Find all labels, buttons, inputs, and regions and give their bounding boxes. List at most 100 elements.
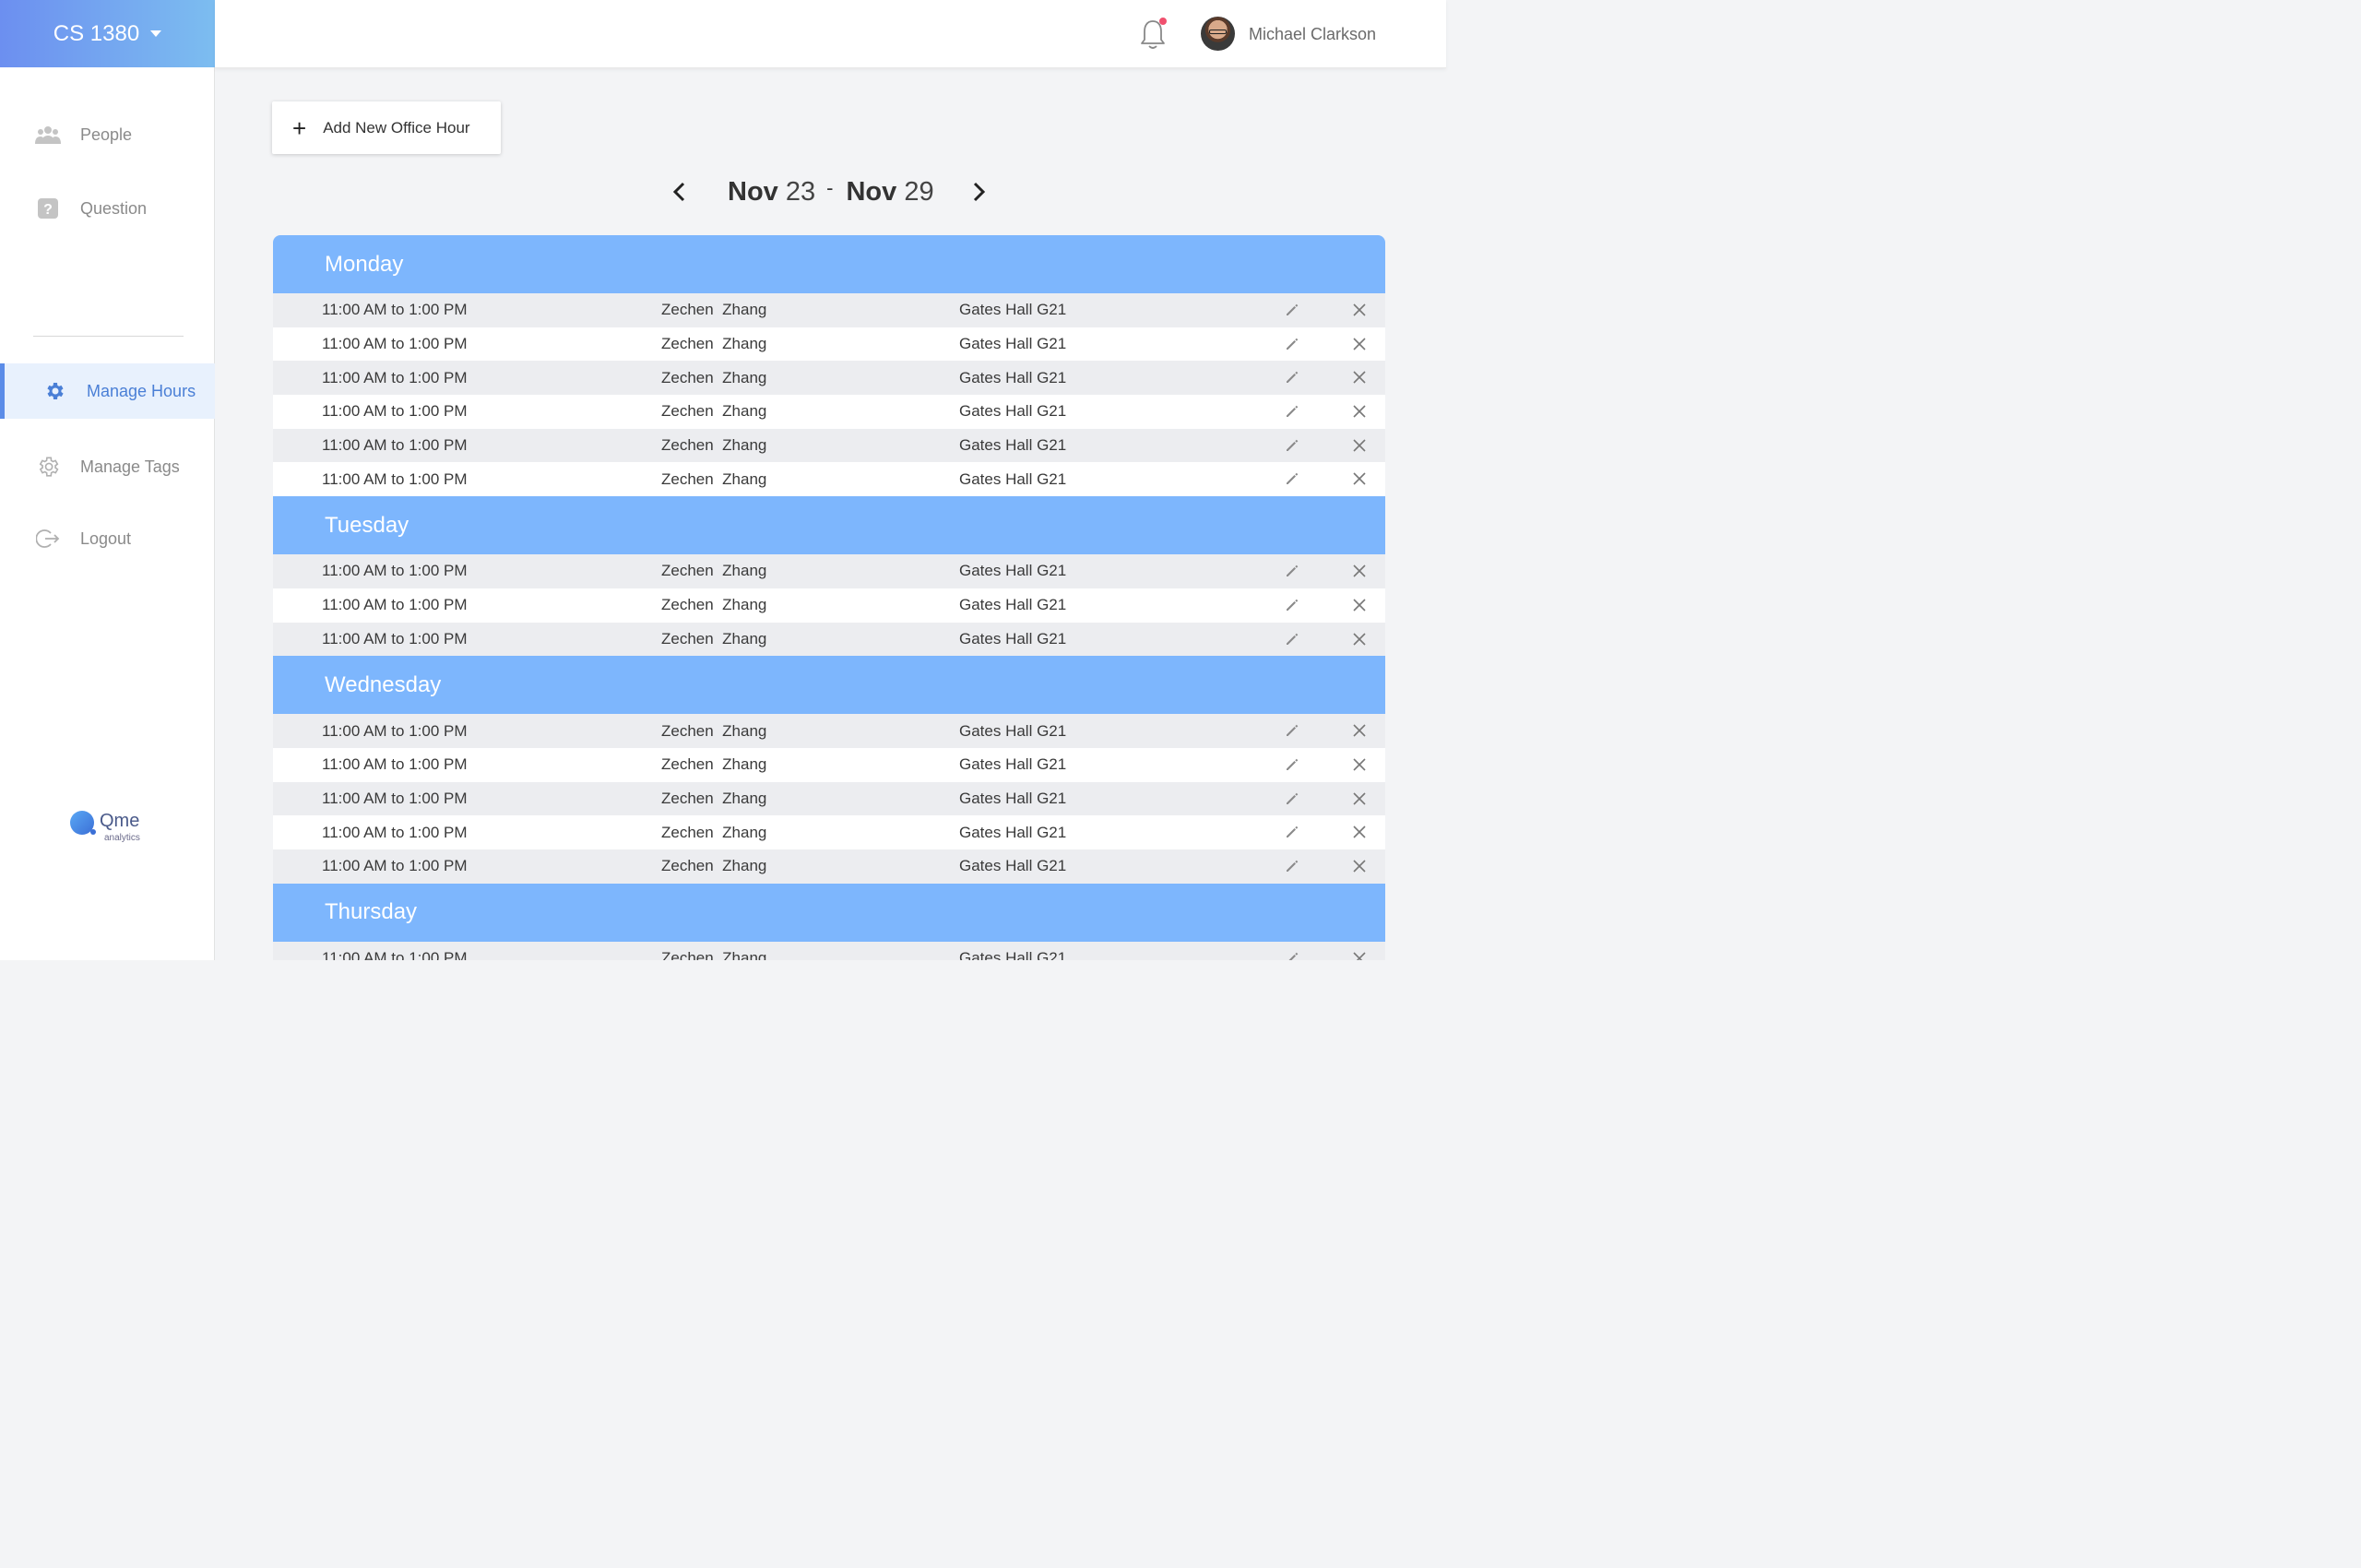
sidebar-item-people[interactable]: People — [0, 107, 215, 162]
time-range: 11:00 AM to 1:00 PM — [322, 755, 468, 774]
pencil-icon[interactable] — [1285, 825, 1299, 839]
close-icon[interactable] — [1352, 723, 1367, 738]
pencil-icon[interactable] — [1285, 757, 1299, 772]
notification-dot — [1159, 18, 1167, 25]
chevron-left-icon[interactable] — [666, 179, 692, 205]
close-icon[interactable] — [1352, 859, 1367, 873]
time-range: 11:00 AM to 1:00 PM — [322, 948, 468, 960]
pencil-icon[interactable] — [1285, 632, 1299, 647]
close-icon[interactable] — [1352, 370, 1367, 385]
pencil-icon[interactable] — [1285, 404, 1299, 419]
pencil-icon[interactable] — [1285, 471, 1299, 486]
office-hour-row: 11:00 AM to 1:00 PM Zechen Zhang Gates Hal… — [273, 622, 1385, 657]
location: Gates Hall G21 — [959, 596, 1067, 614]
range-separator: - — [826, 176, 834, 199]
ta-name: Zechen Zhang — [661, 436, 767, 455]
pencil-icon[interactable] — [1285, 598, 1299, 612]
close-icon[interactable] — [1352, 438, 1367, 453]
day-name: Thursday — [325, 899, 418, 925]
sidebar-item-label: Manage Tags — [80, 457, 180, 476]
divider — [33, 336, 184, 337]
pencil-icon[interactable] — [1285, 370, 1299, 385]
day-header-tuesday: Tuesday — [273, 496, 1385, 555]
add-button-label: Add New Office Hour — [323, 118, 470, 137]
time-range: 11:00 AM to 1:00 PM — [322, 301, 468, 319]
close-icon[interactable] — [1352, 757, 1367, 772]
ta-name: Zechen Zhang — [661, 823, 767, 841]
ta-name: Zechen Zhang — [661, 789, 767, 807]
office-hour-row: 11:00 AM to 1:00 PM Zechen Zhang Gates Hal… — [273, 554, 1385, 588]
office-hour-row: 11:00 AM to 1:00 PM Zechen Zhang Gates Hal… — [273, 327, 1385, 362]
course-name: CS 1380 — [53, 20, 140, 46]
close-icon[interactable] — [1352, 825, 1367, 839]
ta-name: Zechen Zhang — [661, 368, 767, 386]
office-hour-row: 11:00 AM to 1:00 PM Zechen Zhang Gates Hal… — [273, 361, 1385, 396]
pencil-icon[interactable] — [1285, 303, 1299, 317]
ta-name: Zechen Zhang — [661, 562, 767, 580]
location: Gates Hall G21 — [959, 562, 1067, 580]
sidebar: CS 1380 People ? Question Manage Hours M… — [0, 0, 215, 960]
pencil-icon[interactable] — [1285, 723, 1299, 738]
sidebar-item-logout[interactable]: Logout — [0, 511, 215, 566]
pencil-icon[interactable] — [1285, 438, 1299, 453]
close-icon[interactable] — [1352, 598, 1367, 612]
day-header-wednesday: Wednesday — [273, 656, 1385, 715]
sidebar-item-manage-tags[interactable]: Manage Tags — [0, 439, 215, 494]
location: Gates Hall G21 — [959, 948, 1067, 960]
week-end-month: Nov — [846, 177, 897, 207]
location: Gates Hall G21 — [959, 857, 1067, 875]
add-office-hour-button[interactable]: + Add New Office Hour — [272, 101, 501, 154]
brand-name: Qme — [100, 811, 140, 831]
bell-icon[interactable] — [1138, 18, 1168, 51]
pencil-icon[interactable] — [1285, 564, 1299, 578]
office-hour-row: 11:00 AM to 1:00 PM Zechen Zhang Gates Hal… — [273, 849, 1385, 884]
sidebar-item-question[interactable]: ? Question — [0, 181, 215, 236]
office-hour-row: 11:00 AM to 1:00 PM Zechen Zhang Gates Hal… — [273, 815, 1385, 849]
brand-sub: analytics — [104, 833, 140, 843]
time-range: 11:00 AM to 1:00 PM — [322, 562, 468, 580]
course-selector[interactable]: CS 1380 — [0, 0, 215, 67]
user-name[interactable]: Michael Clarkson — [1249, 25, 1376, 44]
close-icon[interactable] — [1352, 303, 1367, 317]
close-icon[interactable] — [1352, 791, 1367, 806]
close-icon[interactable] — [1352, 632, 1367, 647]
close-icon[interactable] — [1352, 404, 1367, 419]
office-hour-row: 11:00 AM to 1:00 PM Zechen Zhang Gates Hal… — [273, 781, 1385, 816]
ta-name: Zechen Zhang — [661, 596, 767, 614]
location: Gates Hall G21 — [959, 629, 1067, 647]
pencil-icon[interactable] — [1285, 791, 1299, 806]
sidebar-item-label: Question — [80, 198, 148, 218]
week-end-day: 29 — [904, 177, 934, 207]
time-range: 11:00 AM to 1:00 PM — [322, 789, 468, 807]
ta-name: Zechen Zhang — [661, 335, 767, 353]
pencil-icon[interactable] — [1285, 951, 1299, 960]
pencil-icon[interactable] — [1285, 859, 1299, 873]
sidebar-item-manage-hours[interactable]: Manage Hours — [0, 363, 215, 419]
schedule-list: Monday 11:00 AM to 1:00 PM Zechen Zhang Gat… — [273, 235, 1385, 960]
svg-text:?: ? — [43, 202, 53, 218]
sidebar-item-label: Manage Hours — [87, 381, 196, 400]
location: Gates Hall G21 — [959, 402, 1067, 421]
qme-logo: Qme analytics — [70, 808, 153, 849]
ta-name: Zechen Zhang — [661, 301, 767, 319]
sidebar-item-label: People — [80, 125, 133, 144]
ta-name: Zechen Zhang — [661, 857, 767, 875]
close-icon[interactable] — [1352, 337, 1367, 351]
close-icon[interactable] — [1352, 951, 1367, 960]
pencil-icon[interactable] — [1285, 337, 1299, 351]
location: Gates Hall G21 — [959, 436, 1067, 455]
avatar[interactable] — [1201, 17, 1235, 51]
close-icon[interactable] — [1352, 564, 1367, 578]
plus-icon: + — [292, 113, 307, 142]
question-icon: ? — [34, 195, 62, 222]
ta-name: Zechen Zhang — [661, 629, 767, 647]
week-range: Nov 23- Nov 29 — [728, 176, 934, 208]
caret-down-icon — [150, 30, 162, 37]
close-icon[interactable] — [1352, 471, 1367, 486]
ta-name: Zechen Zhang — [661, 948, 767, 960]
office-hour-row: 11:00 AM to 1:00 PM Zechen Zhang Gates Hal… — [273, 428, 1385, 463]
ta-name: Zechen Zhang — [661, 721, 767, 740]
chevron-right-icon[interactable] — [967, 179, 992, 205]
location: Gates Hall G21 — [959, 755, 1067, 774]
ta-name: Zechen Zhang — [661, 755, 767, 774]
